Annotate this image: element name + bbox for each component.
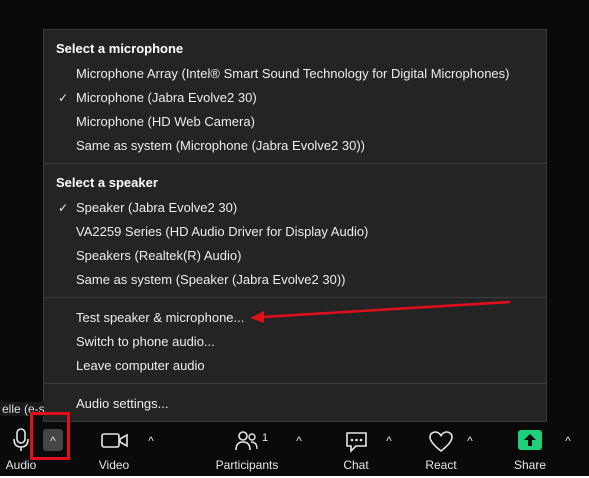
- video-button[interactable]: Video: [94, 428, 134, 476]
- react-options-chevron[interactable]: ^: [460, 431, 480, 451]
- video-options-chevron[interactable]: ^: [141, 431, 161, 451]
- annotation-arrow: [250, 300, 511, 323]
- audio-label: Audio: [5, 458, 37, 472]
- chevron-up-icon: ^: [296, 434, 302, 448]
- share-label: Share: [513, 458, 547, 472]
- participants-count-badge: 1: [262, 432, 269, 444]
- participants-icon: [235, 431, 258, 451]
- react-label: React: [425, 458, 457, 472]
- share-options-chevron[interactable]: ^: [558, 431, 578, 451]
- chevron-up-icon: ^: [386, 434, 392, 448]
- react-button[interactable]: React: [420, 428, 462, 476]
- participants-label: Participants: [215, 458, 279, 472]
- chevron-up-icon: ^: [467, 434, 473, 448]
- participants-button[interactable]: Participants: [212, 428, 282, 476]
- chat-label: Chat: [343, 458, 369, 472]
- chat-icon: [346, 432, 367, 453]
- participants-options-chevron[interactable]: ^: [289, 431, 309, 451]
- annotation-highlight-box: [30, 412, 70, 460]
- heart-icon: [429, 431, 453, 453]
- share-button[interactable]: Share: [510, 428, 550, 476]
- microphone-icon: [13, 428, 29, 451]
- chevron-up-icon: ^: [148, 434, 154, 448]
- chat-button[interactable]: Chat: [337, 428, 375, 476]
- chevron-up-icon: ^: [565, 434, 571, 448]
- share-arrow-icon: [518, 430, 542, 450]
- video-label: Video: [98, 458, 130, 472]
- video-camera-icon: [101, 433, 128, 448]
- chat-options-chevron[interactable]: ^: [379, 431, 399, 451]
